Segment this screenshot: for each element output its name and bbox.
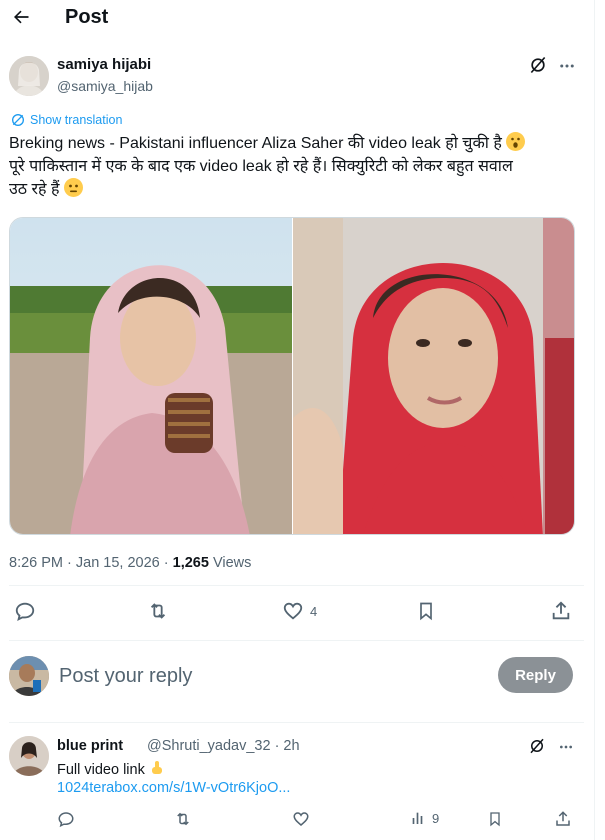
reply-link[interactable]: 1024terabox.com/s/1W-vOtr6KjoO... [57,780,290,796]
back-button[interactable] [8,4,34,30]
bookmark-icon [420,602,432,621]
grok-button[interactable] [528,55,550,77]
avatar[interactable] [9,56,49,96]
author-name[interactable]: samiya hijabi [57,56,151,73]
more-button[interactable] [556,737,576,757]
more-horizontal-icon [560,64,574,68]
reply-text: Full video link [57,760,165,780]
post-timestamp[interactable]: 8:26 PM · Jan 15, 2026 · [9,555,173,571]
column-border [594,0,595,840]
grok-icon [530,56,546,74]
views-action-button[interactable]: 9 [410,810,439,826]
reply-icon [58,812,74,828]
tweet-text-line2: पूरे पाकिस्तान में एक के बाद एक video le… [9,158,513,175]
translate-icon [12,114,24,126]
reply-author-name[interactable]: blue print [57,738,123,754]
views-count: 1,265 [172,555,209,571]
post-actions: 4 [0,600,594,630]
show-translation-label: Show translation [30,113,123,127]
reply-text-content: Full video link [57,762,145,778]
reply-input[interactable] [59,662,479,690]
header: Post [0,0,594,36]
share-icon [556,811,570,826]
repost-action-button[interactable] [147,600,169,622]
bookmark-icon [490,812,500,827]
divider [9,585,584,586]
grok-button[interactable] [528,737,548,757]
tweet-text-line3: उठ रहे हैं [9,181,60,198]
like-count: 4 [310,603,318,619]
pointing-down-icon [149,760,165,780]
divider [9,640,584,641]
reply-actions: 9 [0,810,594,834]
like-action-button[interactable] [292,810,310,828]
neutral-emoji-icon [63,178,83,197]
tweet-text: Breking news - Pakistani influencer Aliz… [9,132,579,201]
reply-action-button[interactable] [14,600,36,622]
page-title: Post [65,6,109,28]
heart-icon [283,602,303,620]
divider [9,722,584,723]
reply-icon [15,602,35,621]
avatar[interactable] [9,736,49,776]
more-horizontal-icon [560,745,572,749]
avatar[interactable] [9,656,49,696]
bookmark-action-button[interactable] [487,810,503,828]
heart-icon [293,812,309,826]
more-button[interactable] [556,55,578,77]
reply-button[interactable]: Reply [498,657,573,693]
tweet-text-line1: Breking news - Pakistani influencer Aliz… [9,135,502,152]
share-action-button[interactable] [550,600,572,622]
repost-action-button[interactable] [174,810,192,828]
reply-views-count: 9 [432,810,440,826]
repost-icon [150,603,166,619]
share-icon [552,601,570,620]
media-photo-2[interactable] [292,218,574,534]
media-grid [9,217,575,535]
author-handle[interactable]: @samiya_hijab [57,78,153,94]
show-translation-link[interactable]: Show translation [10,112,122,128]
media-photo-1[interactable] [10,218,292,534]
repost-icon [177,812,189,826]
analytics-icon [412,812,423,824]
grok-icon [530,738,544,754]
arrow-left-icon [14,10,29,24]
post-meta: 8:26 PM · Jan 15, 2026 · 1,265 Views [9,555,251,571]
surprised-emoji-icon [506,132,526,151]
views-label: Views [208,555,252,571]
reply-author-handle[interactable]: @Shruti_yadav_32 · 2h [147,738,300,754]
like-action-button[interactable]: 4 [282,600,317,622]
reply-action-button[interactable] [57,810,75,828]
share-action-button[interactable] [554,810,572,828]
bookmark-action-button[interactable] [416,600,436,622]
